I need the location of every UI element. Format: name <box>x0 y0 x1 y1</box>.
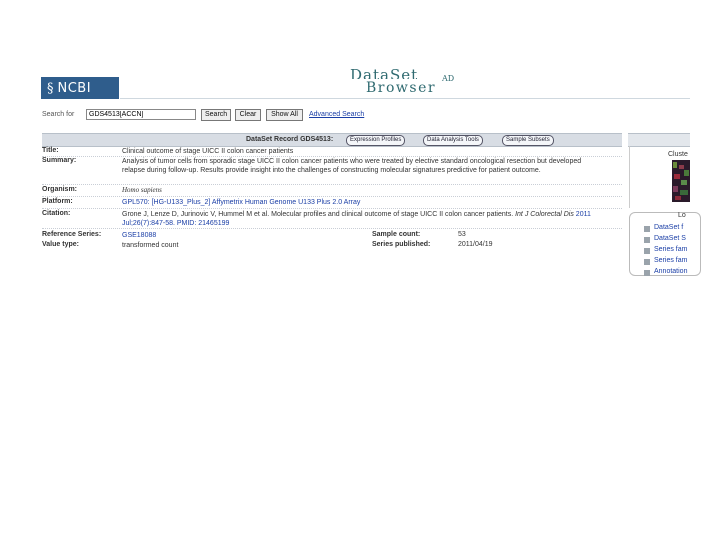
summary-label: Summary: <box>42 157 77 164</box>
reference-series-label: Reference Series: <box>42 231 102 238</box>
links-panel-title: Lo <box>678 212 686 219</box>
side-link-dataset-soft[interactable]: DataSet S <box>654 235 686 242</box>
platform-label: Platform: <box>42 198 73 205</box>
bullet-icon <box>644 270 650 276</box>
cluster-heatmap-thumbnail[interactable] <box>672 160 690 202</box>
tab-data-analysis-tools[interactable]: Data Analysis Tools <box>423 135 483 146</box>
helix-icon: § <box>47 80 54 96</box>
ncbi-logo[interactable]: § NCBI <box>41 77 119 99</box>
organism-value[interactable]: Homo sapiens <box>122 186 162 195</box>
citation-authors-title: Grone J, Lenze D, Jurinovic V, Hummel M … <box>122 211 516 218</box>
record-row-citation: Citation: Grone J, Lenze D, Jurinovic V,… <box>42 208 622 229</box>
brand-title-bottom: Browser <box>366 80 437 96</box>
advanced-search-link[interactable]: Advanced Search <box>309 111 364 118</box>
series-published-label: Series published: <box>372 241 431 248</box>
organism-label: Organism: <box>42 186 78 193</box>
bullet-icon <box>644 237 650 243</box>
brand-superscript: AD <box>442 74 455 83</box>
title-label: Title: <box>42 147 59 154</box>
summary-value: Analysis of tumor cells from sporadic st… <box>122 158 582 174</box>
side-link-dataset-full[interactable]: DataSet f <box>654 224 683 231</box>
value-type-value: transformed count <box>122 242 179 249</box>
tab-sample-subsets[interactable]: Sample Subsets <box>502 135 554 146</box>
citation-label: Citation: <box>42 210 71 217</box>
side-link-series-family-2[interactable]: Series fam <box>654 257 687 264</box>
show-all-button[interactable]: Show All <box>266 109 303 121</box>
brand-title-top: DataSet <box>350 66 419 79</box>
search-label: Search for <box>42 111 75 118</box>
clear-button[interactable]: Clear <box>235 109 261 121</box>
reference-series-link[interactable]: GSE18088 <box>122 231 156 240</box>
side-link-annotation[interactable]: Annotation <box>654 268 687 275</box>
bullet-icon <box>644 248 650 254</box>
citation-value: Grone J, Lenze D, Jurinovic V, Hummel M … <box>122 210 622 228</box>
tab-expression-profiles[interactable]: Expression Profiles <box>346 135 406 146</box>
sample-count-value: 53 <box>458 231 466 238</box>
header-divider <box>120 98 690 99</box>
sample-count-label: Sample count: <box>372 231 421 238</box>
cluster-label: Cluste <box>668 151 688 158</box>
search-input[interactable] <box>86 109 196 120</box>
ncbi-logo-text: NCBI <box>57 80 92 96</box>
search-button[interactable]: Search <box>201 109 231 121</box>
platform-link[interactable]: GPL570: [HG-U133_Plus_2] Affymetrix Huma… <box>122 198 360 207</box>
page-canvas: § NCBI DataSet AD Browser Search for Sea… <box>0 0 701 540</box>
side-link-series-family-1[interactable]: Series fam <box>654 246 687 253</box>
title-value: Clinical outcome of stage UICC II colon … <box>122 148 294 155</box>
record-title: DataSet Record GDS4513: <box>246 136 334 143</box>
value-type-label: Value type: <box>42 241 79 248</box>
record-row-summary: Summary: Analysis of tumor cells from sp… <box>42 156 622 185</box>
citation-journal: Int J Colorectal Dis <box>515 211 574 218</box>
side-header-bar <box>628 133 690 147</box>
series-published-value: 2011/04/19 <box>458 241 493 248</box>
bullet-icon <box>644 259 650 265</box>
record-row-reference-series: Reference Series: GSE18088 Sample count:… <box>42 229 622 239</box>
links-panel <box>629 212 701 276</box>
record-row-value-type: Value type: transformed count Series pub… <box>42 240 622 250</box>
bullet-icon <box>644 226 650 232</box>
